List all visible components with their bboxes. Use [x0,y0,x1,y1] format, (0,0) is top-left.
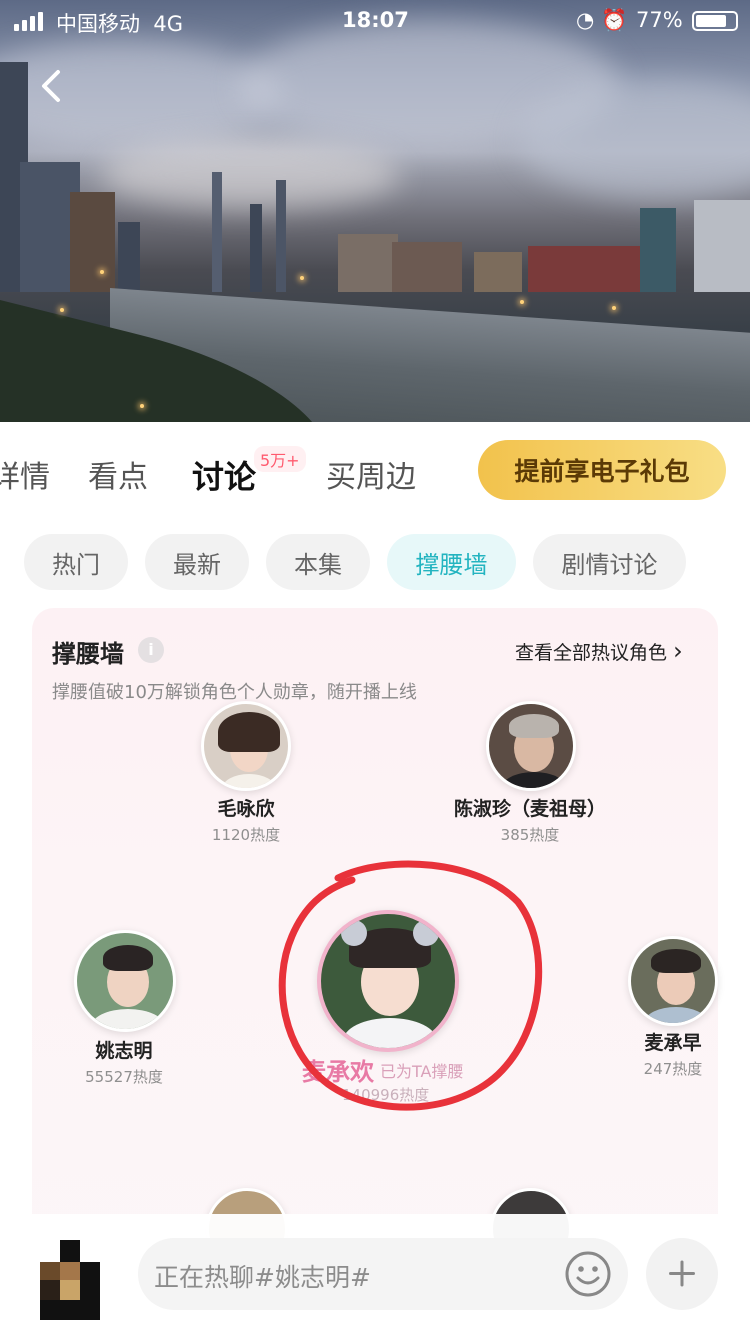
emoji-icon[interactable] [564,1250,612,1298]
character-heat: 247热度 [643,1060,703,1078]
filter-latest[interactable]: 最新 [145,534,249,590]
avatar-mao-yongxin[interactable] [201,701,291,791]
avatar-yao-zhiming[interactable] [74,930,176,1032]
clock: 18:07 [342,8,409,32]
filter-this-episode[interactable]: 本集 [266,534,370,590]
filter-plot-discussion[interactable]: 剧情讨论 [533,534,686,590]
support-wall-title: 撑腰墙 [52,640,124,668]
battery-percent: 77% [636,8,683,32]
character-heat: 1120热度 [211,826,281,844]
status-bar: 中国移动 4G 18:07 ◔ ⏰ 77% [0,0,750,40]
filter-hot[interactable]: 热门 [24,534,128,590]
view-all-characters-link[interactable]: 查看全部热议角色 › [515,637,683,665]
character-name: 毛咏欣 [217,798,275,820]
character-name: 陈淑珍（麦祖母） [453,798,606,820]
filter-support-wall[interactable]: 撑腰墙 [387,534,516,590]
comment-input-placeholder: 正在热聊#姚志明# [154,1263,371,1292]
character-heat: 385热度 [500,826,560,844]
avatar-mai-chengzao[interactable] [628,936,718,1026]
hero-banner-image [0,0,750,422]
discussion-count-badge: 5万+ [254,446,306,472]
chevron-right-icon: › [673,637,683,665]
support-wall-subtitle: 撑腰值破10万解锁角色个人勋章，随开播上线 [52,682,417,703]
tab-discussion[interactable]: 讨论 [192,452,256,498]
alarm-icon: ◔ ⏰ [576,8,628,32]
signal-icon [14,12,43,31]
character-name: 麦承早 [644,1032,702,1054]
red-annotation-circle [278,860,543,1111]
back-arrow-icon[interactable] [34,64,70,108]
character-heat: 55527热度 [85,1068,163,1086]
tab-details[interactable]: 详情 [0,452,50,496]
character-name: 姚志明 [95,1040,153,1062]
carrier-label: 中国移动 4G [56,12,183,36]
user-avatar[interactable] [40,1240,100,1320]
plus-icon[interactable] [646,1238,718,1310]
tab-merch[interactable]: 买周边 [326,452,416,496]
tab-highlights[interactable]: 看点 [88,452,148,496]
info-icon[interactable]: i [138,637,164,663]
avatar-chen-shuzhen[interactable] [486,701,576,791]
e-gift-pack-button[interactable]: 提前享电子礼包 [478,440,726,500]
battery-icon [692,11,738,31]
